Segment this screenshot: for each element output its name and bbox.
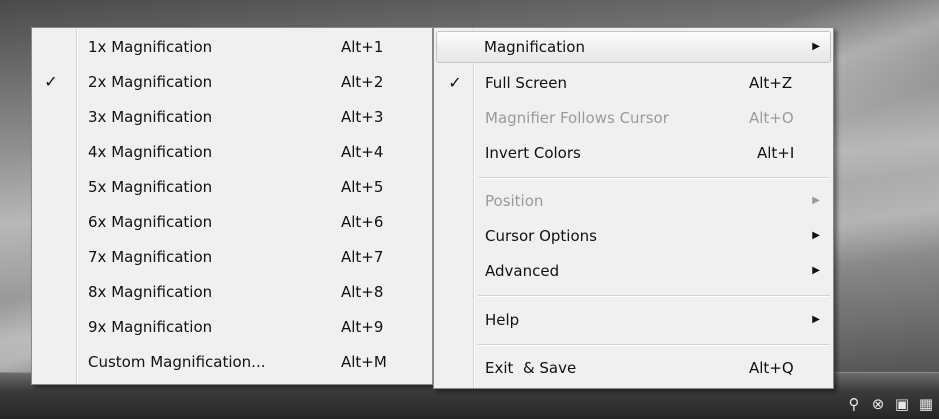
- volume-icon[interactable]: ▦: [917, 395, 935, 413]
- menu-item-shortcut: Alt+1: [341, 38, 384, 56]
- checkmark-icon: ✓: [44, 72, 58, 91]
- menu-item-9x[interactable]: 9x Magnification Alt+9: [35, 312, 429, 342]
- menu-item-6x[interactable]: 6x Magnification Alt+6: [35, 207, 429, 237]
- menu-item-invert-colors[interactable]: Invert Colors Alt+I: [437, 138, 830, 168]
- menu-item-label: Magnification: [484, 38, 585, 56]
- menu-item-help[interactable]: Help ▶: [437, 305, 830, 335]
- menu-item-shortcut: Alt+O: [749, 109, 794, 127]
- menu-item-3x[interactable]: 3x Magnification Alt+3: [35, 102, 429, 132]
- menu-item-shortcut: Alt+8: [341, 283, 384, 301]
- menu-item-shortcut: Alt+Q: [749, 359, 794, 377]
- menu-item-shortcut: Alt+2: [341, 73, 384, 91]
- menu-item-position: Position ▶: [437, 186, 830, 216]
- magnification-submenu: 1x Magnification Alt+1 ✓ 2x Magnificatio…: [31, 27, 433, 385]
- menu-item-8x[interactable]: 8x Magnification Alt+8: [35, 277, 429, 307]
- menu-item-label: 1x Magnification: [88, 38, 213, 56]
- menu-item-label: 3x Magnification: [88, 108, 213, 126]
- submenu-arrow-icon: ▶: [812, 314, 820, 325]
- menu-item-label: 8x Magnification: [88, 283, 213, 301]
- checkmark-icon: ✓: [448, 73, 462, 92]
- menu-separator: [478, 295, 830, 297]
- menu-item-7x[interactable]: 7x Magnification Alt+7: [35, 242, 429, 272]
- menu-separator: [478, 344, 830, 346]
- menu-item-label: Magnifier Follows Cursor: [485, 109, 669, 127]
- menu-item-label: Position: [485, 192, 544, 210]
- menu-item-1x[interactable]: 1x Magnification Alt+1: [35, 32, 429, 62]
- menu-item-advanced[interactable]: Advanced ▶: [437, 256, 830, 286]
- submenu-arrow-icon: ▶: [812, 265, 820, 276]
- menu-item-shortcut: Alt+3: [341, 108, 384, 126]
- network-icon[interactable]: ▣: [893, 395, 911, 413]
- menu-item-cursor-options[interactable]: Cursor Options ▶: [437, 221, 830, 251]
- menu-item-shortcut: Alt+9: [341, 318, 384, 336]
- menu-item-label: 2x Magnification: [88, 73, 213, 91]
- menu-item-shortcut: Alt+6: [341, 213, 384, 231]
- menu-item-5x[interactable]: 5x Magnification Alt+5: [35, 172, 429, 202]
- menu-item-shortcut: Alt+I: [757, 144, 795, 162]
- menu-item-label: Help: [485, 311, 520, 329]
- menu-item-exit-save[interactable]: Exit & Save Alt+Q: [437, 353, 830, 383]
- menu-item-label: 7x Magnification: [88, 248, 213, 266]
- menu-item-shortcut: Alt+5: [341, 178, 384, 196]
- menu-item-shortcut: Alt+4: [341, 143, 384, 161]
- menu-item-label: Cursor Options: [485, 227, 597, 245]
- submenu-arrow-icon: ▶: [812, 41, 820, 52]
- submenu-arrow-icon: ▶: [812, 195, 820, 206]
- menu-item-custom[interactable]: Custom Magnification... Alt+M: [35, 347, 429, 377]
- menu-item-shortcut: Alt+Z: [749, 74, 793, 92]
- menu-item-label: Full Screen: [485, 74, 567, 92]
- menu-item-label: Exit & Save: [485, 359, 577, 377]
- magnifier-context-menu: Magnification ▶ ✓ Full Screen Alt+Z Magn…: [433, 27, 834, 389]
- menu-separator: [478, 177, 830, 179]
- menu-item-label: Advanced: [485, 262, 560, 280]
- menu-item-label: 5x Magnification: [88, 178, 213, 196]
- submenu-arrow-icon: ▶: [812, 230, 820, 241]
- menu-item-shortcut: Alt+M: [341, 353, 387, 371]
- menu-item-label: 4x Magnification: [88, 143, 213, 161]
- menu-item-label: 9x Magnification: [88, 318, 213, 336]
- close-circle-icon[interactable]: ⊗: [869, 395, 887, 413]
- magnifier-icon[interactable]: ⚲: [845, 395, 863, 413]
- menu-item-follows-cursor: Magnifier Follows Cursor Alt+O: [437, 103, 830, 133]
- menu-item-full-screen[interactable]: ✓ Full Screen Alt+Z: [437, 68, 830, 98]
- menu-item-magnification[interactable]: Magnification ▶: [436, 31, 831, 63]
- menu-item-4x[interactable]: 4x Magnification Alt+4: [35, 137, 429, 167]
- system-tray: ⚲ ⊗ ▣ ▦: [845, 393, 935, 415]
- menu-item-shortcut: Alt+7: [341, 248, 384, 266]
- menu-item-label: Custom Magnification...: [88, 353, 266, 371]
- menu-item-label: Invert Colors: [485, 144, 581, 162]
- menu-item-label: 6x Magnification: [88, 213, 213, 231]
- menu-item-2x[interactable]: ✓ 2x Magnification Alt+2: [35, 67, 429, 97]
